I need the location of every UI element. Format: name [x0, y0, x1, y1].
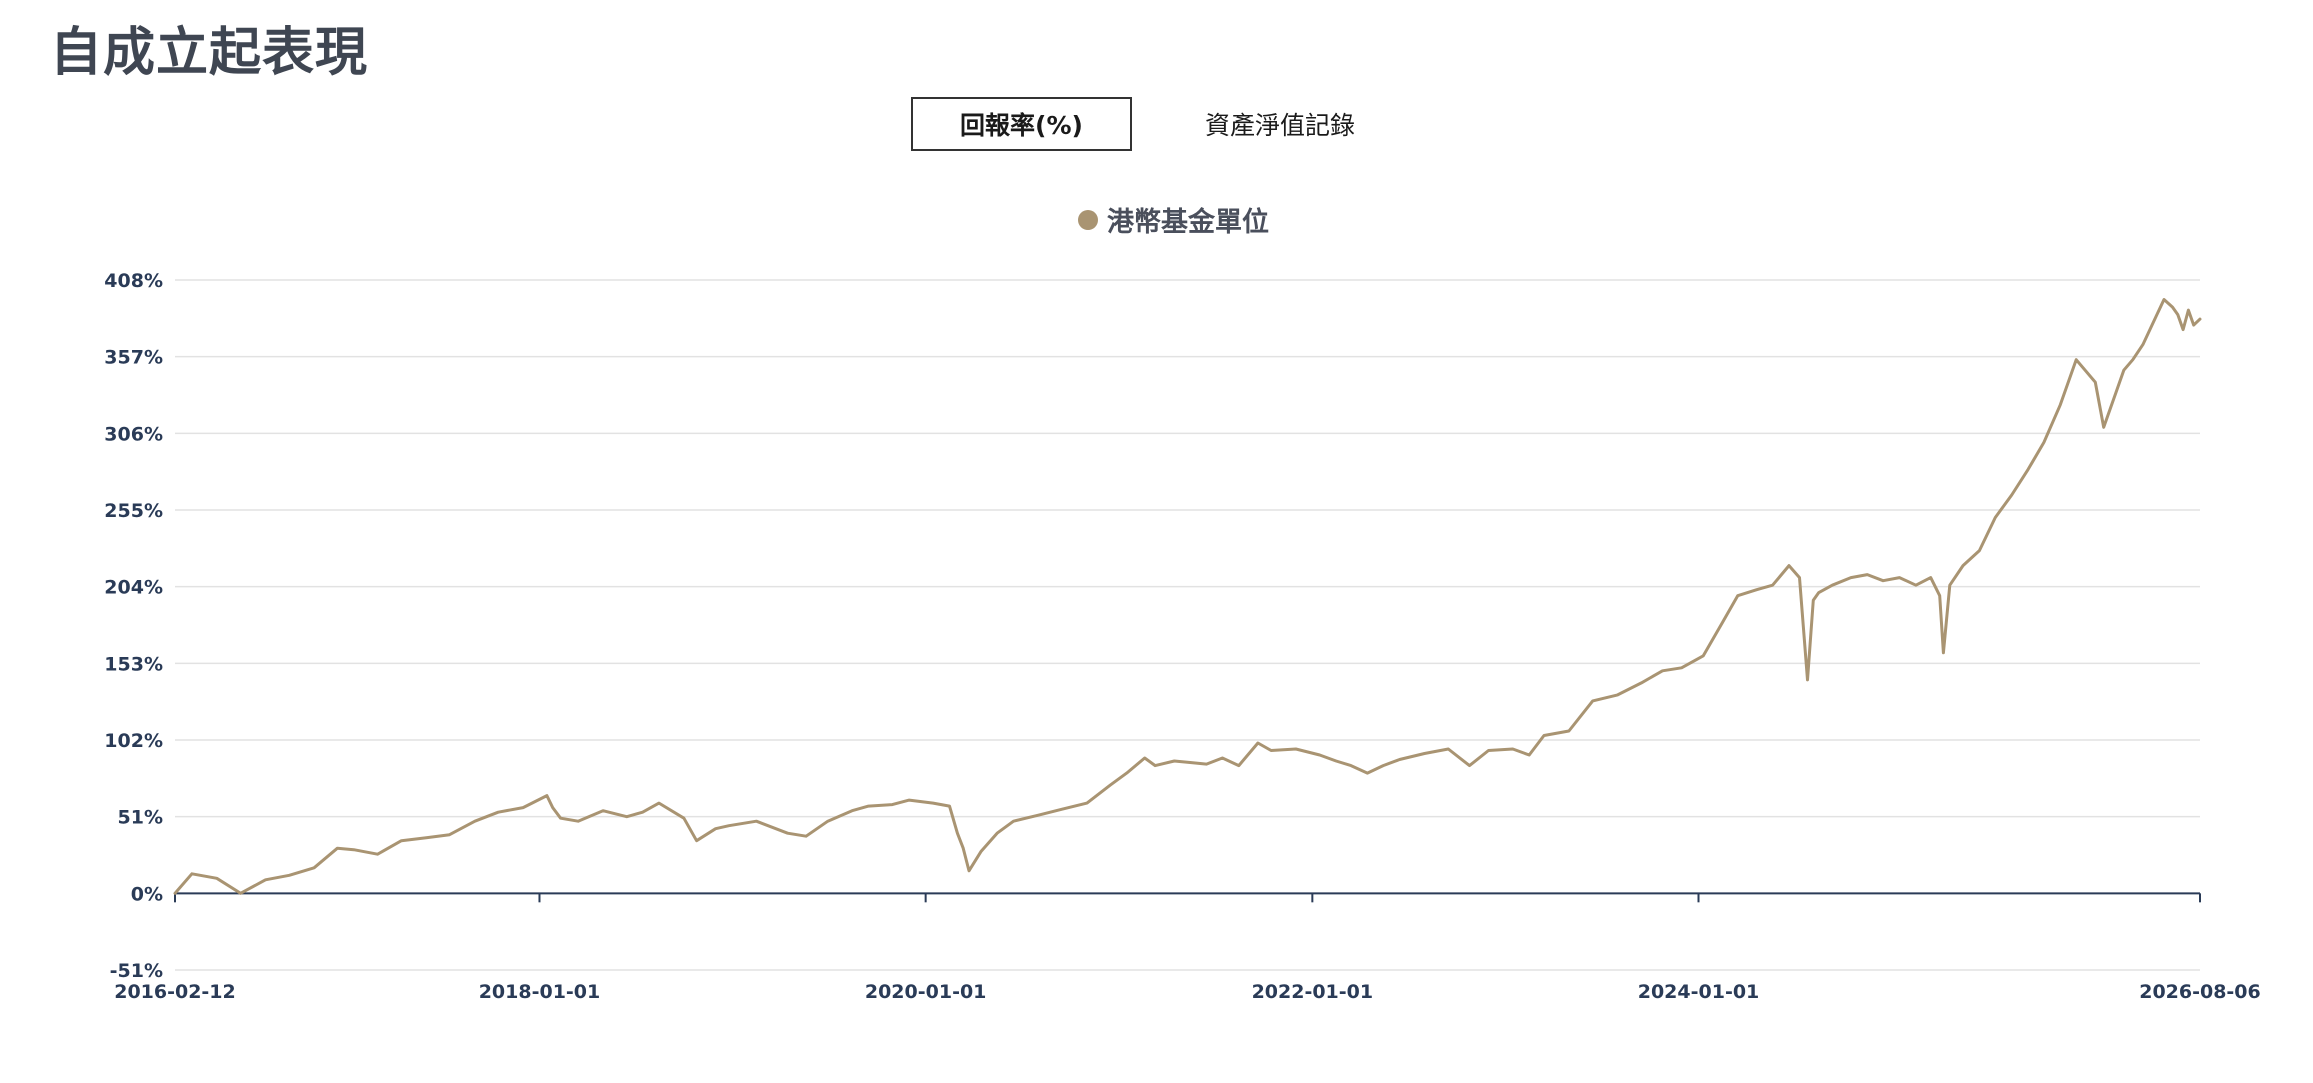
performance-line-chart: 408%357%306%255%204%153%102%51%0%-51%201…	[104, 270, 2261, 1003]
y-tick-label: 0%	[131, 883, 163, 905]
series-line	[173, 298, 2202, 895]
x-tick-label: 2026-08-06	[2139, 981, 2261, 1003]
y-tick-label: 102%	[104, 730, 163, 752]
y-tick-label: 204%	[104, 577, 163, 599]
x-tick-label: 2018-01-01	[479, 981, 601, 1003]
y-tick-label: 51%	[118, 807, 163, 829]
y-tick-label: 306%	[104, 423, 163, 445]
y-tick-label: 153%	[104, 653, 163, 675]
y-tick-label: 357%	[104, 347, 163, 369]
y-tick-label: 255%	[104, 500, 163, 522]
y-tick-label: 408%	[104, 270, 163, 292]
x-tick-label: 2016-02-12	[114, 981, 236, 1003]
y-tick-label: -51%	[110, 960, 163, 982]
x-tick-label: 2020-01-01	[865, 981, 987, 1003]
x-tick-label: 2024-01-01	[1638, 981, 1760, 1003]
x-tick-label: 2022-01-01	[1252, 981, 1374, 1003]
